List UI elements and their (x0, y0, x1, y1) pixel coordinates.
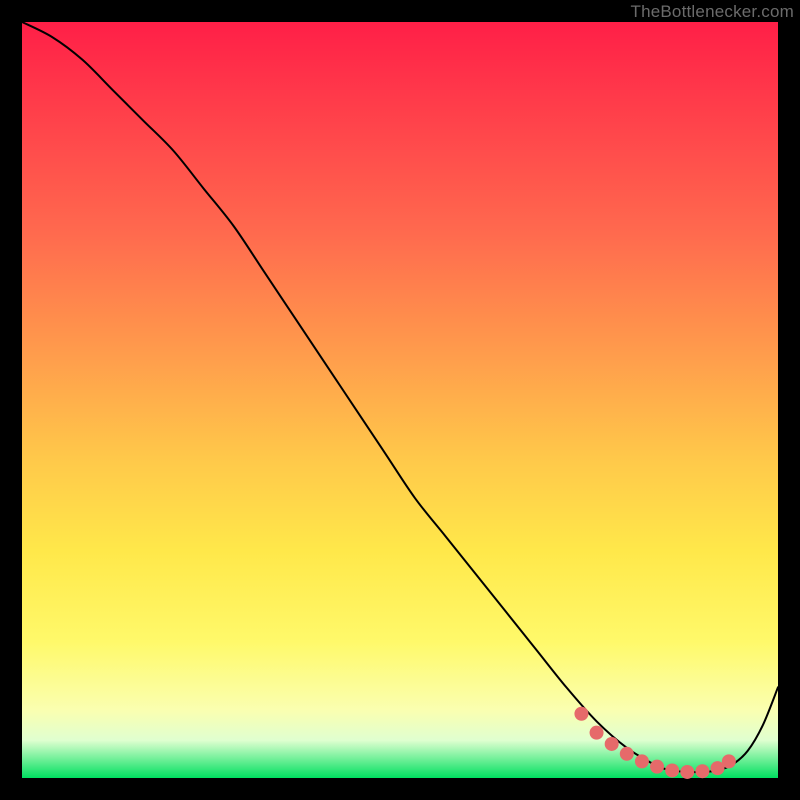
chart-svg (22, 22, 778, 778)
chart-plot-area (22, 22, 778, 778)
valley-dot (665, 763, 679, 777)
valley-dot (695, 764, 709, 778)
valley-dot (605, 737, 619, 751)
attribution-text: TheBottlenecker.com (631, 2, 795, 22)
valley-dot (680, 765, 694, 779)
valley-dot (574, 707, 588, 721)
valley-dot (635, 754, 649, 768)
valley-dot (722, 754, 736, 768)
valley-dot (650, 760, 664, 774)
valley-dots (574, 707, 735, 779)
chart-root: TheBottlenecker.com (0, 0, 800, 800)
valley-dot (620, 747, 634, 761)
valley-dot (590, 726, 604, 740)
bottleneck-curve (22, 22, 778, 772)
